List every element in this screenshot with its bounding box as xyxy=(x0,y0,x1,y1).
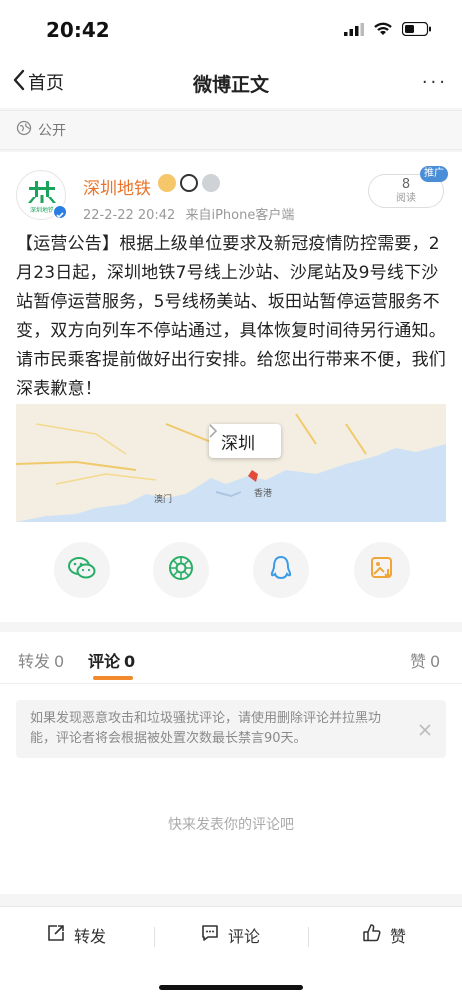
wechat-share-button[interactable] xyxy=(54,542,110,598)
wifi-icon xyxy=(373,21,393,40)
verified-badge-icon xyxy=(52,204,68,220)
map-label-hongkong: 香港 xyxy=(254,487,272,499)
map-callout[interactable]: 深圳 xyxy=(209,424,281,458)
repost-icon xyxy=(46,923,66,947)
promo-tag: 推广 xyxy=(420,166,448,182)
visibility-row: 公开 xyxy=(0,110,462,150)
comment-icon xyxy=(200,923,220,947)
panda-icon xyxy=(180,174,198,192)
page-title: 微博正文 xyxy=(192,74,269,96)
visibility-label: 公开 xyxy=(38,123,66,139)
status-time: 20:42 xyxy=(46,18,110,42)
post-body: 【运营公告】根据上级单位要求及新冠疫情防控需要，2月23日起，深圳地铁7号线上沙… xyxy=(16,234,446,399)
bottom-action-bar: 转发 评论 赞 xyxy=(0,906,462,1000)
comment-label: 评论 xyxy=(228,927,261,946)
tab-reposts-count: 0 xyxy=(54,652,65,671)
nav-bar: 首页 微博正文 ··· xyxy=(0,58,462,108)
post-meta: 22-2-22 20:42 来自iPhone客户端 xyxy=(83,204,294,223)
home-indicator xyxy=(159,985,303,990)
tab-comments-count: 0 xyxy=(124,652,136,671)
post-tabs: 转发 0 评论 0 赞0 xyxy=(0,632,462,684)
more-button[interactable]: ··· xyxy=(422,72,448,93)
moments-share-button[interactable] xyxy=(153,542,209,598)
post-date: 22-2-22 20:42 xyxy=(83,208,176,223)
signal-icon xyxy=(344,21,364,40)
comment-area: 如果发现恶意攻击和垃圾骚扰评论，请使用删除评论并拉黑功能，评论者将会根据被处置次… xyxy=(0,684,462,894)
qq-icon xyxy=(268,554,294,586)
post-card: 深圳地铁 深圳地铁 22-2-22 20:42 来自iPhone客户端 8 阅读… xyxy=(0,152,462,622)
read-label: 阅读 xyxy=(396,193,416,204)
comment-notice: 如果发现恶意攻击和垃圾骚扰评论，请使用删除评论并拉黑功能，评论者将会根据被处置次… xyxy=(16,700,446,758)
wechat-icon xyxy=(67,555,97,585)
map-label-macau: 澳门 xyxy=(154,493,172,505)
tab-likes-count: 0 xyxy=(430,652,441,671)
medal-icon xyxy=(202,174,220,192)
status-icons xyxy=(344,21,432,40)
qq-share-button[interactable] xyxy=(253,542,309,598)
author-name[interactable]: 深圳地铁 xyxy=(83,174,151,199)
close-icon[interactable] xyxy=(418,718,432,742)
repost-label: 转发 xyxy=(74,927,107,946)
like-label: 赞 xyxy=(390,927,407,946)
like-button[interactable]: 赞 xyxy=(362,923,406,947)
divider xyxy=(308,927,309,947)
comment-notice-text: 如果发现恶意攻击和垃圾骚扰评论，请使用删除评论并拉黑功能，评论者将会根据被处置次… xyxy=(30,711,382,746)
location-map[interactable]: 澳门 香港 深圳 xyxy=(16,404,446,522)
avatar-text: 深圳地铁 xyxy=(30,206,54,214)
save-image-icon xyxy=(369,555,395,585)
post-source: 来自iPhone客户端 xyxy=(185,208,295,223)
tab-reposts[interactable]: 转发 0 xyxy=(18,648,64,672)
repost-button[interactable]: 转发 xyxy=(46,923,106,947)
empty-comment-text: 快来发表你的评论吧 xyxy=(168,817,294,833)
battery-icon xyxy=(401,21,432,40)
vip-crown-icon xyxy=(158,174,176,192)
tab-likes-label: 赞 xyxy=(410,652,427,671)
moments-icon xyxy=(167,554,195,586)
tab-comments-label: 评论 xyxy=(88,652,121,671)
tab-reposts-label: 转发 xyxy=(18,652,51,671)
active-tab-indicator xyxy=(93,676,133,680)
map-graphic: 澳门 香港 xyxy=(16,404,446,522)
tab-comments[interactable]: 评论 0 xyxy=(88,648,135,672)
status-bar: 20:42 xyxy=(0,0,462,58)
thumbs-up-icon xyxy=(362,923,382,947)
map-city: 深圳 xyxy=(221,433,255,454)
comment-button[interactable]: 评论 xyxy=(200,923,260,947)
save-image-button[interactable] xyxy=(354,542,410,598)
share-row xyxy=(0,542,462,602)
user-badges xyxy=(158,174,220,192)
tab-likes[interactable]: 赞0 xyxy=(410,648,440,672)
divider xyxy=(154,927,155,947)
globe-icon xyxy=(16,120,32,140)
